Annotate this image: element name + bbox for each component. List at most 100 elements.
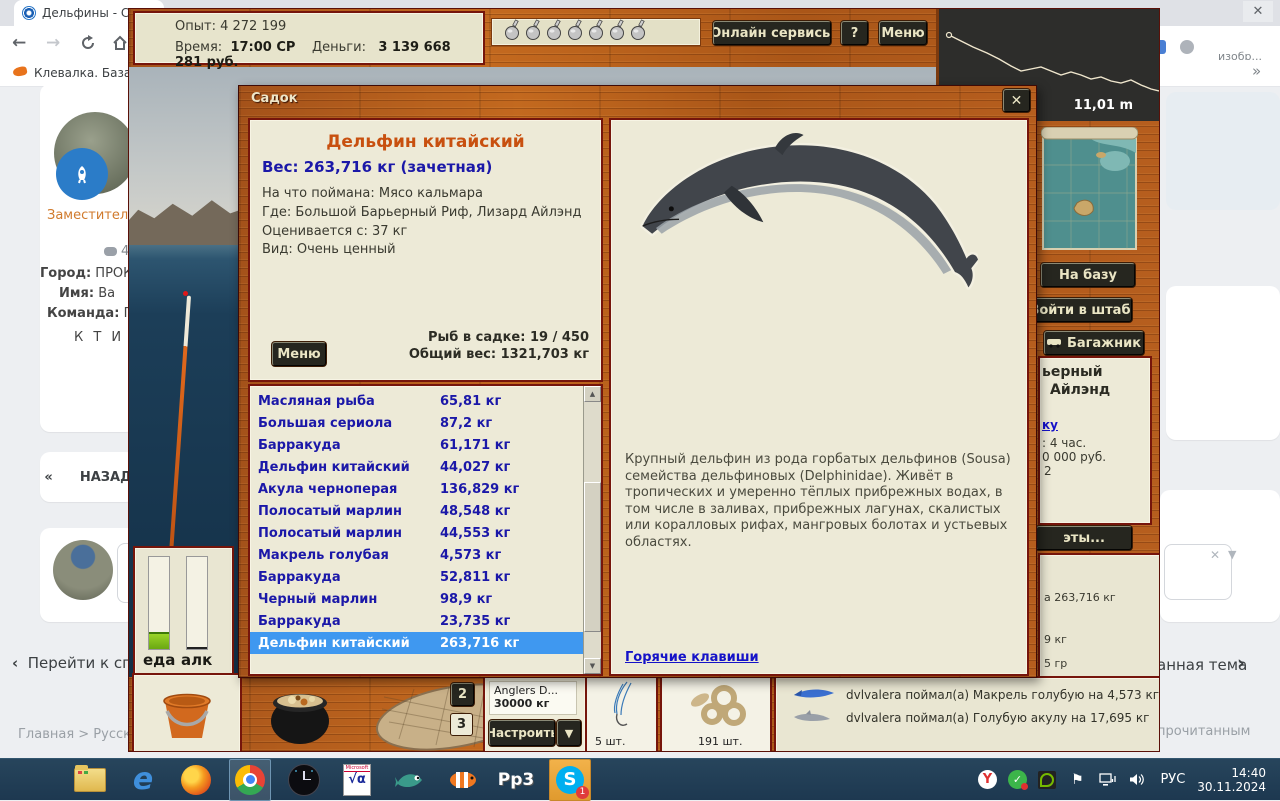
dialog-close-button[interactable]: ✕ [1003,89,1030,112]
fish-list-item[interactable]: Большая сериола87,2 кг [250,412,583,434]
potion-flask-icon[interactable] [629,19,648,45]
nvidia-tray-icon[interactable] [1036,768,1058,792]
language-indicator[interactable]: РУС [1160,772,1185,787]
potion-flask-icon[interactable] [503,19,522,45]
scroll-thumb[interactable] [584,482,601,632]
hotkeys-link[interactable]: Горячие клавиши [625,650,759,665]
keepnet-dialog: Садок ✕ Дельфин китайский Вес: 263,716 к… [238,85,1037,678]
team-label: Команда: [47,306,119,321]
time-label: Время: [175,40,222,55]
antivirus-tray-icon[interactable]: ✓ [1006,768,1028,792]
list-scrollbar[interactable]: ▲ ▼ [583,386,601,674]
food-pot-icon[interactable] [266,681,334,747]
fish-list-item[interactable]: Акула черноперая136,829 кг [250,478,583,500]
bluefish-icon[interactable] [390,760,430,800]
fish-weight-line: Вес: 263,716 кг (зачетная) [262,158,492,176]
russian-fishing-3-icon[interactable]: Рр3 [496,760,536,800]
location-link[interactable]: ку [1042,418,1058,432]
fish-list-item[interactable]: Барракуда61,171 кг [250,434,583,456]
potion-flask-icon[interactable] [524,19,543,45]
fish-list-item[interactable]: Полосатый марлин48,548 кг [250,500,583,522]
fish-min-line: Оценивается с: 37 кг [262,224,407,239]
clownfish-icon[interactable] [443,760,483,800]
clear-x-icon[interactable]: ✕ [1210,548,1220,562]
reload-icon[interactable] [80,35,96,55]
rod-dropdown-button[interactable]: ▼ [557,720,581,746]
dialog-menu-button[interactable]: Меню [272,342,326,366]
dialog-titlebar[interactable]: Садок [239,86,1036,113]
fish-list-item[interactable]: Полосатый марлин44,553 кг [250,522,583,544]
profile-icon[interactable] [1180,40,1194,54]
slot-3-button[interactable]: 3 [450,713,473,736]
tickets-button[interactable]: эты... [1036,526,1132,550]
location-price: 0 000 руб. [1042,450,1106,464]
online-services-button[interactable]: Онлайн сервисы [713,21,831,45]
chrome-icon[interactable] [229,759,271,801]
location-line2: Айлэнд [1050,382,1110,398]
bait-slot-panel[interactable]: 191 шт. [660,676,772,752]
yandex-browser-tray-icon[interactable]: Y [976,768,998,792]
right-small-card [1164,544,1232,600]
potion-flask-icon[interactable] [545,19,564,45]
fish-weight: 44,027 кг [440,460,510,475]
bookmarks-overflow-icon[interactable]: » [1252,62,1261,80]
catch-chat-panel: dvlvalera поймал(а) Макрель голубую на 4… [774,676,1160,752]
file-explorer-icon[interactable] [70,760,110,800]
fish-name: Полосатый марлин [258,526,402,541]
dropdown-caret-icon[interactable]: ▼ [1228,548,1236,561]
fish-list-item-selected[interactable]: Дельфин китайский263,716 кг [250,632,583,654]
city-value: ПРОК [95,266,132,281]
skype-icon[interactable]: S 1 [549,759,591,801]
tickets-label: эты... [1063,531,1105,546]
slot-2-button[interactable]: 2 [451,683,474,706]
potion-flask-icon[interactable] [587,19,606,45]
stats-panel: Опыт: 4 272 199 Время: 17:00 СР Деньги: … [133,11,485,65]
fish-list-item[interactable]: Макрель голубая4,573 кг [250,544,583,566]
tray-date: 30.11.2024 [1197,780,1266,794]
go-to-list-link[interactable]: ‹ Перейти к спи [12,654,142,672]
trunk-button[interactable]: Багажник [1044,331,1144,355]
flasks-panel [491,18,701,46]
enter-hq-button[interactable]: Войти в штаб [1028,298,1132,322]
volume-tray-icon[interactable] [1126,768,1148,792]
potion-flask-icon[interactable] [566,19,585,45]
window-close-button[interactable]: ✕ [1243,1,1273,22]
fish-list-item[interactable]: Масляная рыба65,81 кг [250,390,583,412]
role-link[interactable]: Заместитель [47,208,136,223]
home-icon[interactable] [112,35,128,55]
rocket-badge-icon[interactable] [56,148,108,200]
back-icon[interactable]: ← [12,33,26,53]
scroll-down-button[interactable]: ▼ [584,658,601,674]
fish-list-item[interactable]: Дельфин китайский44,027 кг [250,456,583,478]
topic-fragment[interactable]: анная тема [1157,656,1247,674]
fish-list-item[interactable]: Барракуда52,811 кг [250,566,583,588]
forward-icon[interactable]: → [46,33,60,53]
clock-tray[interactable]: 14:40 30.11.2024 [1197,766,1266,794]
menu-button-top[interactable]: Меню [879,21,927,45]
fish-list-item[interactable]: Барракуда23,735 кг [250,610,583,632]
internet-explorer-icon[interactable]: e [123,760,163,800]
firefox-icon[interactable] [176,760,216,800]
bookmark-item[interactable]: Клевалка. База д [34,66,143,80]
fish-name: Дельфин китайский [258,636,410,651]
back-nav-card[interactable]: « НАЗАД [40,452,136,502]
rod-info-box: Anglers D... 30000 кг [489,681,577,715]
microsoft-math-icon[interactable]: Microsoft √α [337,760,377,800]
minimap[interactable] [1041,127,1138,253]
to-base-button[interactable]: На базу [1041,263,1135,287]
potion-flask-icon[interactable] [608,19,627,45]
avatar-small[interactable] [53,540,113,600]
network-tray-icon[interactable] [1096,768,1118,792]
configure-button[interactable]: Настроить [489,720,555,746]
help-button[interactable]: ? [841,21,868,45]
clock-app-icon[interactable] [284,760,324,800]
lure-slot-panel[interactable]: 5 шт. [585,676,658,752]
fish-list-item[interactable]: Черный марлин98,9 кг [250,588,583,610]
scroll-up-button[interactable]: ▲ [584,386,601,402]
marlin-icon [792,687,836,700]
alcohol-gauge [186,556,208,650]
fish-list-panel: Масляная рыба65,81 кг Большая сериола87,… [248,384,603,676]
action-center-flag-icon[interactable]: ⚑ [1066,768,1088,792]
bucket-panel[interactable] [132,673,242,752]
chevron-right-icon[interactable]: › [1237,652,1245,674]
